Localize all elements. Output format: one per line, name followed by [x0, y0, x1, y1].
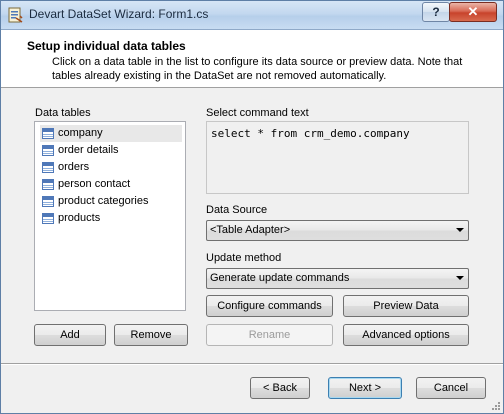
chevron-down-icon	[456, 276, 464, 280]
command-text-label: Select command text	[206, 107, 309, 119]
advanced-options-button[interactable]: Advanced options	[343, 324, 469, 346]
table-icon	[42, 128, 54, 139]
list-item[interactable]: person contact	[40, 176, 182, 193]
page-description: Click on a data table in the list to con…	[52, 56, 463, 82]
list-item-label: person contact	[58, 178, 131, 190]
update-method-value: Generate update commands	[210, 272, 350, 284]
list-item[interactable]: products	[40, 210, 182, 227]
table-icon	[42, 145, 54, 156]
next-button[interactable]: Next >	[328, 377, 402, 399]
list-item[interactable]: orders	[40, 159, 182, 176]
update-method-select[interactable]: Generate update commands	[206, 268, 469, 289]
page-title: Setup individual data tables	[27, 39, 186, 53]
table-icon	[42, 179, 54, 190]
help-button[interactable]: ?	[422, 2, 450, 22]
list-item[interactable]: company	[40, 125, 182, 142]
preview-data-button[interactable]: Preview Data	[343, 295, 469, 317]
data-tables-list[interactable]: company order details orders person cont…	[34, 121, 186, 311]
back-button[interactable]: < Back	[250, 377, 310, 399]
data-source-label: Data Source	[206, 204, 268, 216]
list-item[interactable]: product categories	[40, 193, 182, 210]
table-icon	[42, 196, 54, 207]
wizard-window: Devart DataSet Wizard: Form1.cs ? ✕ Setu…	[0, 0, 504, 414]
list-item-label: products	[58, 212, 101, 224]
window-title: Devart DataSet Wizard: Form1.cs	[29, 7, 209, 21]
command-text: select * from crm_demo.company	[211, 127, 410, 140]
list-item[interactable]: order details	[40, 142, 182, 159]
close-button[interactable]: ✕	[449, 2, 497, 22]
footer-divider	[1, 363, 503, 365]
data-source-select[interactable]: <Table Adapter>	[206, 220, 469, 241]
add-button[interactable]: Add	[34, 324, 106, 346]
resize-grip-icon[interactable]	[491, 401, 501, 411]
table-icon	[42, 213, 54, 224]
cancel-button[interactable]: Cancel	[416, 377, 486, 399]
data-source-value: <Table Adapter>	[210, 224, 291, 236]
rename-button[interactable]: Rename	[206, 324, 333, 346]
chevron-down-icon	[456, 228, 464, 232]
remove-button[interactable]: Remove	[114, 324, 188, 346]
wizard-header: Setup individual data tables Click on a …	[1, 30, 503, 88]
app-icon	[8, 7, 23, 23]
data-tables-label: Data tables	[35, 107, 91, 119]
update-method-label: Update method	[206, 252, 282, 264]
title-bar: Devart DataSet Wizard: Form1.cs ? ✕	[1, 1, 503, 30]
list-item-label: company	[58, 127, 103, 139]
list-item-label: order details	[58, 144, 119, 156]
configure-commands-button[interactable]: Configure commands	[206, 295, 333, 317]
command-text-box[interactable]: select * from crm_demo.company	[206, 121, 469, 194]
table-icon	[42, 162, 54, 173]
list-item-label: orders	[58, 161, 90, 173]
list-item-label: product categories	[58, 195, 149, 207]
